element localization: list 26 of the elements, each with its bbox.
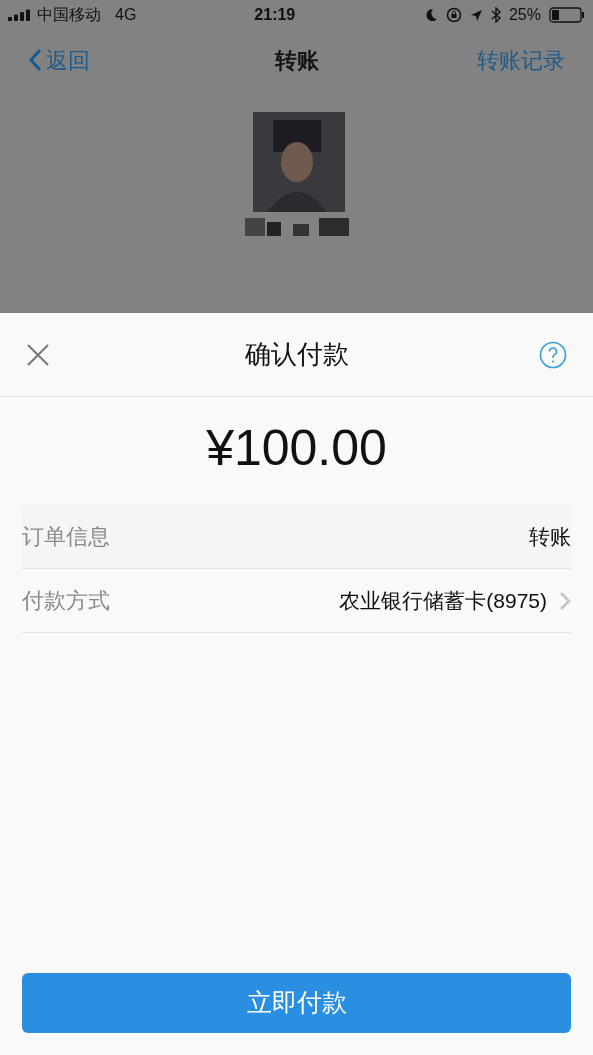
row-value: 转账	[529, 523, 571, 550]
help-icon	[539, 340, 567, 369]
row-value: 农业银行储蓄卡(8975)	[339, 587, 547, 614]
clock-time: 21:19	[254, 5, 296, 25]
sheet-title: 确认付款	[244, 338, 349, 371]
payment-amount: ¥100.00	[205, 423, 388, 473]
help-button[interactable]	[539, 340, 567, 369]
carrier-name: 中国移动	[37, 5, 101, 25]
battery-icon	[549, 7, 585, 23]
moon-icon	[424, 8, 438, 22]
pay-now-button[interactable]: 立即付款	[22, 973, 571, 1033]
chevron-icon	[559, 590, 571, 611]
page-title: 转账	[274, 46, 319, 75]
close-button[interactable]	[26, 342, 50, 367]
close-icon	[26, 342, 50, 367]
bluetooth-icon	[490, 7, 501, 23]
back-chevron-icon	[28, 48, 42, 72]
network-type: 4G	[115, 5, 137, 25]
payment-detail-row[interactable]: 付款方式 农业银行储蓄卡(8975)	[22, 569, 571, 633]
location-icon	[469, 8, 483, 22]
row-label: 付款方式	[22, 587, 110, 615]
row-label: 订单信息	[22, 523, 110, 551]
transfer-history-link[interactable]: 转账记录	[477, 43, 565, 77]
battery-percent: 25%	[508, 5, 541, 25]
back-button[interactable]: 返回	[28, 43, 90, 77]
rotation-lock-icon	[445, 7, 462, 23]
